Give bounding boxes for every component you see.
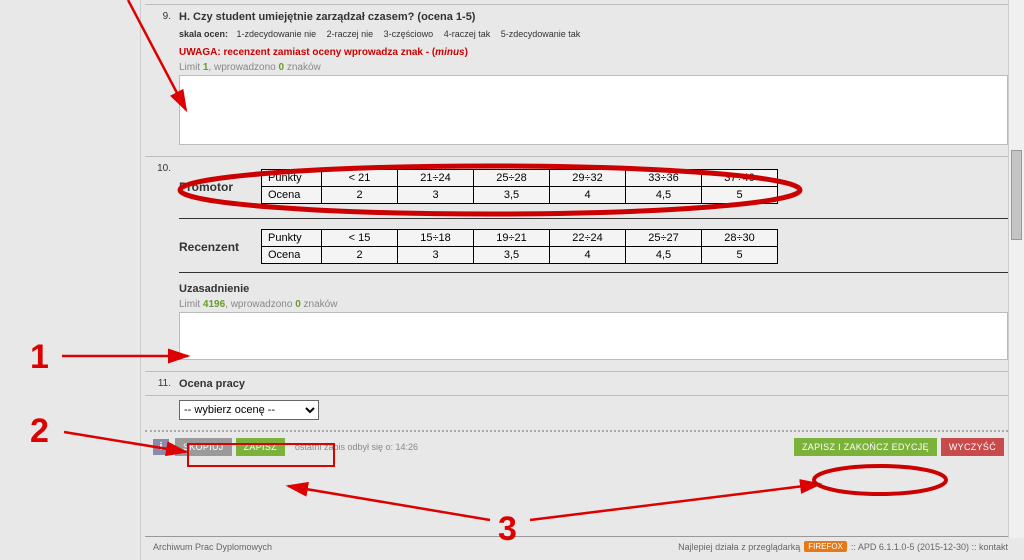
save-note: ostatni zapis odbył się o: 14:26 [295, 442, 418, 452]
q9-scale: skala ocen: 1-zdecydowanie nie 2-raczej … [179, 29, 1008, 39]
q9-limit: Limit 1, wprowadzono 0 znaków [179, 62, 1008, 73]
question-10-row: 10. Promotor Punkty < 2121÷2425÷2829÷323… [145, 156, 1016, 371]
uzasadnienie-textarea[interactable] [179, 312, 1008, 360]
clear-button[interactable]: WYCZYŚĆ [941, 438, 1004, 456]
uzasadnienie-title: Uzasadnienie [179, 283, 1008, 295]
scrollbar[interactable] [1008, 0, 1024, 538]
q9-number: 9. [145, 5, 175, 156]
promotor-table: Punkty < 2121÷2425÷2829÷3233÷3637÷40 Oce… [261, 169, 778, 204]
footer-version: :: APD 6.1.1.0-5 (2015-12-30) :: kontakt [851, 542, 1008, 552]
q9-textarea[interactable] [179, 75, 1008, 145]
recenzent-block: Recenzent Punkty < 1515÷1819÷2122÷2425÷2… [179, 229, 1008, 264]
q10-number: 10. [145, 157, 175, 371]
promotor-block: Promotor Punkty < 2121÷2425÷2829÷3233÷36… [179, 169, 1008, 204]
q9-title: H. Czy student umiejętnie zarządzał czas… [179, 11, 1008, 23]
footer-browser-note: Najlepiej działa z przeglądarką [678, 542, 800, 552]
footer-left: Archiwum Prac Dyplomowych [153, 542, 272, 552]
info-icon[interactable]: i [153, 439, 169, 455]
action-bar: i SKOPIUJ ZAPISZ ostatni zapis odbył się… [145, 430, 1016, 462]
promotor-label: Promotor [179, 180, 261, 194]
uz-limit: Limit 4196, wprowadzono 0 znaków [179, 299, 1008, 310]
q11-title: Ocena pracy [179, 378, 1008, 390]
save-button[interactable]: ZAPISZ [236, 438, 285, 456]
recenzent-table: Punkty < 1515÷1819÷2122÷2425÷2728÷30 Oce… [261, 229, 778, 264]
q11-number: 11. [145, 372, 175, 395]
question-9-row: 9. H. Czy student umiejętnie zarządzał c… [145, 4, 1016, 156]
left-sidebar [0, 0, 141, 560]
recenzent-label: Recenzent [179, 240, 261, 254]
grade-select-row: -- wybierz ocenę -- [145, 395, 1016, 430]
save-and-finish-button[interactable]: ZAPISZ I ZAKOŃCZ EDYCJĘ [794, 438, 937, 456]
q9-warning: UWAGA: recenzent zamiast oceny wprowadza… [179, 47, 1008, 58]
divider [179, 218, 1008, 219]
divider [179, 272, 1008, 273]
grade-select[interactable]: -- wybierz ocenę -- [179, 400, 319, 420]
question-11-row: 11. Ocena pracy [145, 371, 1016, 395]
page-footer: Archiwum Prac Dyplomowych Najlepiej dzia… [145, 536, 1016, 556]
copy-button[interactable]: SKOPIUJ [175, 438, 232, 456]
firefox-badge: FIREFOX [804, 541, 847, 552]
